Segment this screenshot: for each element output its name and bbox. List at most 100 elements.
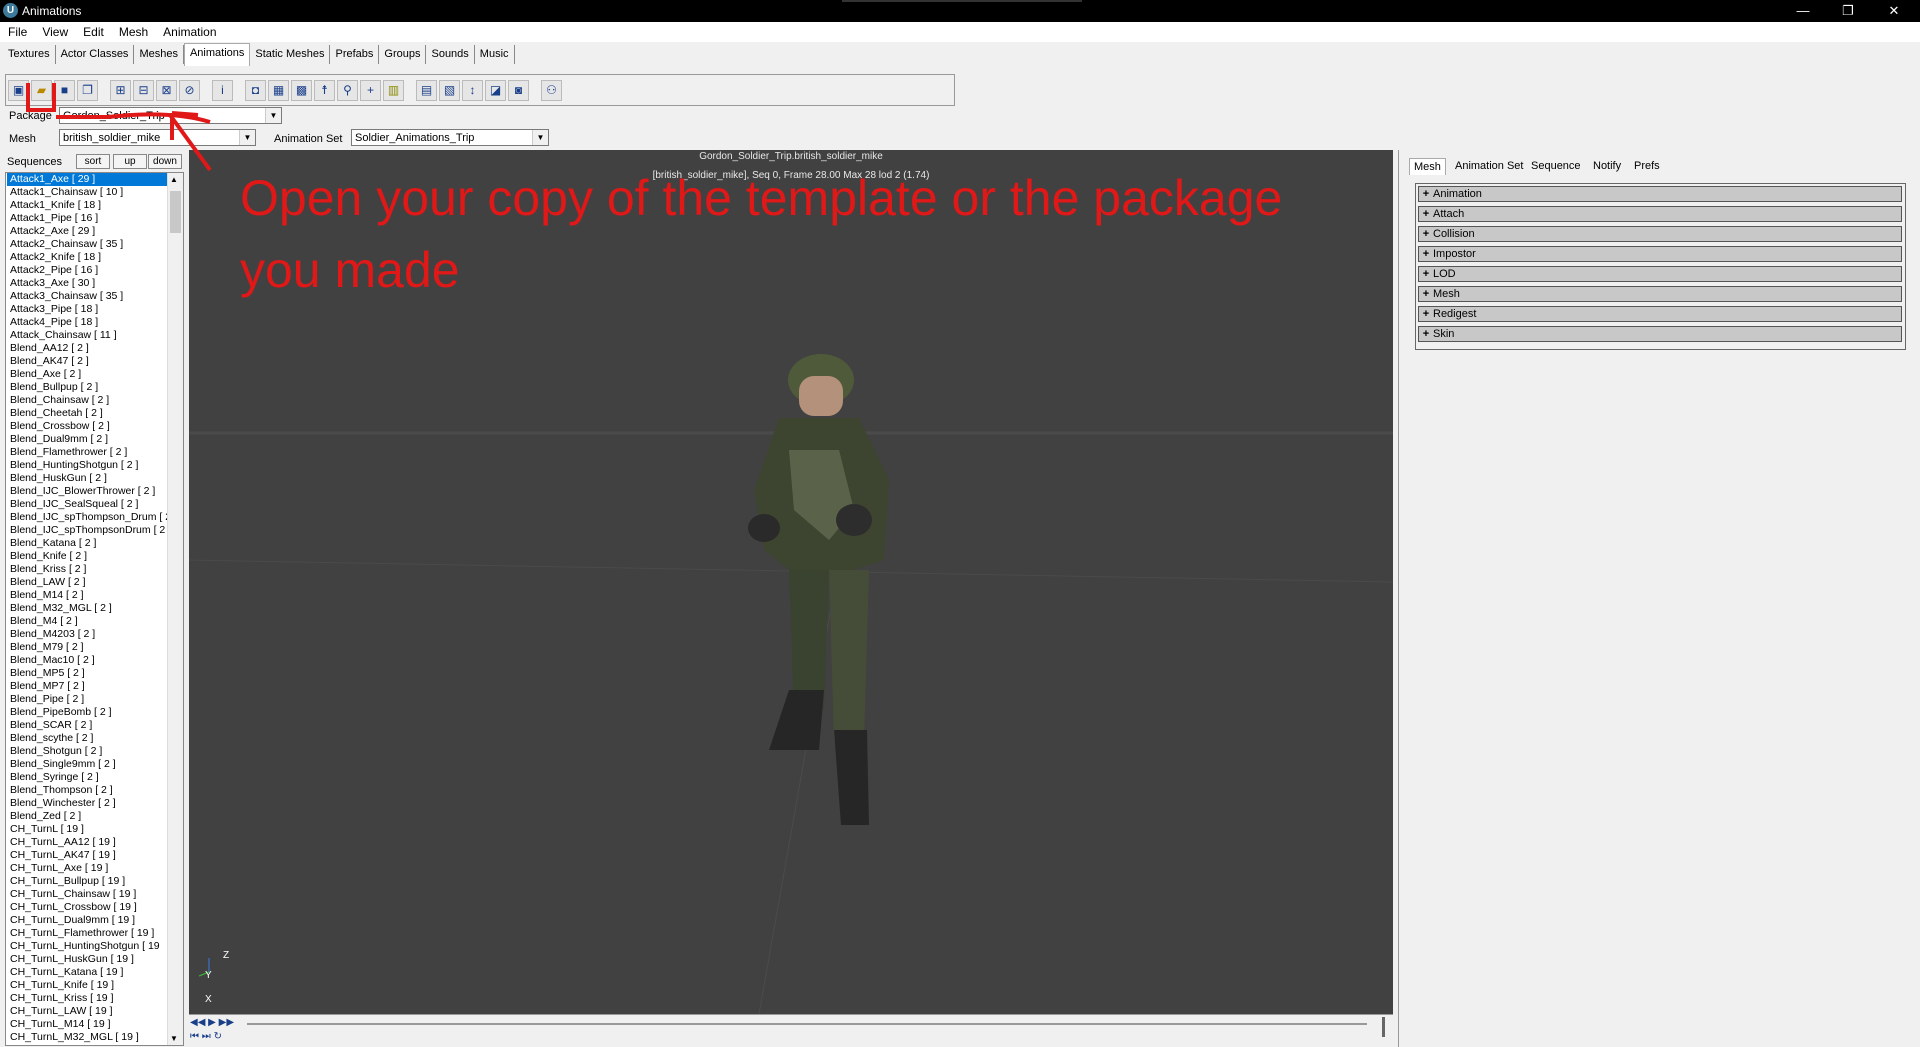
compress-icon[interactable]: ◪ — [485, 80, 506, 101]
restore-button[interactable]: ❐ — [1826, 0, 1870, 22]
sequence-scrollbar[interactable]: ▲ ▼ — [167, 173, 183, 1045]
list-item[interactable]: Blend_Dual9mm [ 2 ] — [7, 433, 170, 446]
list-item[interactable]: Attack2_Axe [ 29 ] — [7, 225, 170, 238]
list-item[interactable]: Blend_Single9mm [ 2 ] — [7, 758, 170, 771]
list-item[interactable]: CH_TurnL_AK47 [ 19 ] — [7, 849, 170, 862]
list-item[interactable]: Blend_scythe [ 2 ] — [7, 732, 170, 745]
list-item[interactable]: Attack3_Axe [ 30 ] — [7, 277, 170, 290]
prev-frame-icon[interactable]: ◀◀ — [190, 1017, 205, 1028]
property-group-skin[interactable]: + Skin — [1418, 326, 1902, 342]
menu-edit[interactable]: Edit — [75, 22, 111, 39]
expand-icon[interactable]: + — [1419, 307, 1433, 321]
list-item[interactable]: Attack2_Pipe [ 16 ] — [7, 264, 170, 277]
bounding-icon[interactable]: ▩ — [291, 80, 312, 101]
list-item[interactable]: Blend_Syringe [ 2 ] — [7, 771, 170, 784]
list-item[interactable]: CH_TurnL_Chainsaw [ 19 ] — [7, 888, 170, 901]
list-item[interactable]: CH_TurnL_HuntingShotgun [ 19 — [7, 940, 170, 953]
list-item[interactable]: Blend_IJC_BlowerThrower [ 2 ] — [7, 485, 170, 498]
list-item[interactable]: CH_TurnL_Knife [ 19 ] — [7, 979, 170, 992]
pivot-icon[interactable]: + — [360, 80, 381, 101]
chevron-down-icon[interactable]: ▼ — [532, 130, 548, 145]
list-item[interactable]: CH_TurnL_Crossbow [ 19 ] — [7, 901, 170, 914]
scroll-down-icon[interactable]: ▼ — [170, 1034, 178, 1043]
list-item[interactable]: Blend_M32_MGL [ 2 ] — [7, 602, 170, 615]
view-mesh-icon[interactable]: ◘ — [245, 80, 266, 101]
actor-icon[interactable]: ⚇ — [541, 80, 562, 101]
sequence-list[interactable]: Attack1_Axe [ 29 ] Attack1_Chainsaw [ 10 … — [5, 172, 184, 1046]
loop-icon[interactable]: ↻ — [214, 1031, 222, 1042]
list-item[interactable]: Attack_Chainsaw [ 11 ] — [7, 329, 170, 342]
next-frame-icon[interactable]: ▶▶ — [219, 1017, 234, 1028]
tab-notify[interactable]: Notify — [1589, 158, 1625, 174]
expand-icon[interactable]: + — [1419, 247, 1433, 261]
list-item[interactable]: Blend_M4203 [ 2 ] — [7, 628, 170, 641]
list-item[interactable]: CH_TurnL_M32_MGL [ 19 ] — [7, 1031, 170, 1044]
expand-icon[interactable]: + — [1419, 287, 1433, 301]
list-item[interactable]: Blend_Zed [ 2 ] — [7, 810, 170, 823]
list-item[interactable]: CH_TurnL_Bullpup [ 19 ] — [7, 875, 170, 888]
list-item[interactable]: Attack3_Pipe [ 18 ] — [7, 303, 170, 316]
list-item[interactable]: Blend_MP7 [ 2 ] — [7, 680, 170, 693]
list-item[interactable]: Attack2_Chainsaw [ 35 ] — [7, 238, 170, 251]
minimize-button[interactable]: — — [1781, 0, 1825, 22]
menu-file[interactable]: File — [0, 22, 34, 39]
rewind-icon[interactable]: ⏮ — [190, 1031, 199, 1042]
digest-icon[interactable]: ◙ — [508, 80, 529, 101]
list-item[interactable]: Blend_AA12 [ 2 ] — [7, 342, 170, 355]
wireframe-icon[interactable]: ▦ — [268, 80, 289, 101]
property-group-collision[interactable]: + Collision — [1418, 226, 1902, 242]
list-item[interactable]: Blend_Thompson [ 2 ] — [7, 784, 170, 797]
list-item[interactable]: Blend_Mac10 [ 2 ] — [7, 654, 170, 667]
list-item[interactable]: Blend_IJC_SealSqueal [ 2 ] — [7, 498, 170, 511]
property-group-animation[interactable]: + Animation — [1418, 186, 1902, 202]
tab-groups[interactable]: Groups — [379, 45, 427, 64]
property-group-lod[interactable]: + LOD — [1418, 266, 1902, 282]
tab-sequence[interactable]: Sequence — [1527, 158, 1585, 174]
list-item[interactable]: Blend_Crossbow [ 2 ] — [7, 420, 170, 433]
expand-icon[interactable]: + — [1419, 207, 1433, 221]
skeleton-icon[interactable]: ☨ — [314, 80, 335, 101]
list-item[interactable]: Blend_Kriss [ 2 ] — [7, 563, 170, 576]
property-group-redigest[interactable]: + Redigest — [1418, 306, 1902, 322]
list-item[interactable]: Attack1_Pipe [ 16 ] — [7, 212, 170, 225]
expand-icon[interactable]: + — [1419, 227, 1433, 241]
list-item[interactable]: Blend_Bullpup [ 2 ] — [7, 381, 170, 394]
tab-prefabs[interactable]: Prefabs — [330, 45, 380, 64]
expand-icon[interactable]: + — [1419, 267, 1433, 281]
list-item[interactable]: CH_TurnL_Dual9mm [ 19 ] — [7, 914, 170, 927]
tangents-icon[interactable]: ▥ — [383, 80, 404, 101]
list-item[interactable]: Blend_HuntingShotgun [ 2 ] — [7, 459, 170, 472]
list-item[interactable]: Attack3_Chainsaw [ 35 ] — [7, 290, 170, 303]
scroll-thumb[interactable] — [170, 191, 181, 233]
play-icon[interactable]: ▶ — [208, 1017, 216, 1028]
list-item[interactable]: CH_TurnL_HuskGun [ 19 ] — [7, 953, 170, 966]
timeline-track[interactable] — [247, 1023, 1367, 1025]
list-item[interactable]: Blend_IJC_spThompson_Drum [ 2 — [7, 511, 170, 524]
list-item[interactable]: Blend_Winchester [ 2 ] — [7, 797, 170, 810]
list-item[interactable]: Blend_SCAR [ 2 ] — [7, 719, 170, 732]
tab-sounds[interactable]: Sounds — [426, 45, 475, 64]
anim-notify-icon[interactable]: ↕ — [462, 80, 483, 101]
chevron-down-icon[interactable]: ▼ — [239, 130, 255, 145]
tab-animation-set[interactable]: Animation Set — [1451, 158, 1527, 174]
list-item[interactable]: Blend_HuskGun [ 2 ] — [7, 472, 170, 485]
tab-music[interactable]: Music — [474, 45, 515, 64]
bone-names-icon[interactable]: ⚲ — [337, 80, 358, 101]
list-item[interactable]: Blend_Chainsaw [ 2 ] — [7, 394, 170, 407]
list-item[interactable]: Attack1_Chainsaw [ 10 ] — [7, 186, 170, 199]
list-item[interactable]: Blend_Knife [ 2 ] — [7, 550, 170, 563]
timeline-scrubber[interactable] — [1382, 1017, 1385, 1037]
list-item[interactable]: Blend_Pipe [ 2 ] — [7, 693, 170, 706]
list-item[interactable]: Blend_M79 [ 2 ] — [7, 641, 170, 654]
property-group-mesh[interactable]: + Mesh — [1418, 286, 1902, 302]
animset-dropdown[interactable]: Soldier_Animations_Trip ▼ — [351, 129, 549, 146]
list-item[interactable]: CH_TurnL_M14 [ 19 ] — [7, 1018, 170, 1031]
list-item[interactable]: CH_TurnL_AA12 [ 19 ] — [7, 836, 170, 849]
close-button[interactable]: ✕ — [1872, 0, 1916, 22]
list-item[interactable]: Blend_AK47 [ 2 ] — [7, 355, 170, 368]
list-item[interactable]: CH_TurnL_Flamethrower [ 19 ] — [7, 927, 170, 940]
list-item[interactable]: Blend_Flamethrower [ 2 ] — [7, 446, 170, 459]
list-item[interactable]: Attack4_Pipe [ 18 ] — [7, 316, 170, 329]
list-item[interactable]: Attack1_Knife [ 18 ] — [7, 199, 170, 212]
list-item[interactable]: Blend_Katana [ 2 ] — [7, 537, 170, 550]
